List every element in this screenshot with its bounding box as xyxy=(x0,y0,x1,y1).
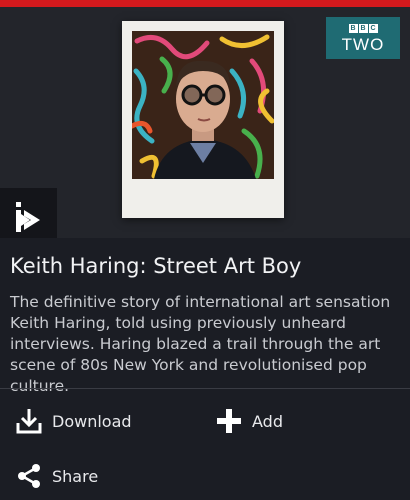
bbc-letter: C xyxy=(368,23,378,33)
download-icon xyxy=(14,406,44,436)
share-icon xyxy=(14,461,44,491)
download-button[interactable]: Download xyxy=(14,404,132,438)
programme-title: Keith Haring: Street Art Boy xyxy=(10,254,302,278)
top-accent-bar xyxy=(0,0,410,7)
download-label: Download xyxy=(52,411,132,431)
add-button[interactable]: Add xyxy=(214,404,283,438)
add-label: Add xyxy=(252,411,283,431)
plus-icon xyxy=(214,406,244,436)
iplayer-icon xyxy=(15,201,40,232)
programme-image xyxy=(132,31,274,179)
divider xyxy=(0,388,410,389)
polaroid-frame xyxy=(122,21,284,218)
bbc-two-logo: B B C TWO xyxy=(326,17,400,59)
portrait-illustration xyxy=(132,31,274,179)
share-label: Share xyxy=(52,466,99,486)
channel-name: TWO xyxy=(341,34,385,54)
bbc-letter: B xyxy=(358,23,368,33)
programme-description: The definitive story of international ar… xyxy=(10,293,391,395)
iplayer-logo xyxy=(0,188,57,238)
programme-hero: B B C TWO xyxy=(0,7,410,238)
bbc-blocks: B B C xyxy=(348,23,378,33)
bbc-letter: B xyxy=(348,23,358,33)
share-button[interactable]: Share xyxy=(14,459,98,493)
